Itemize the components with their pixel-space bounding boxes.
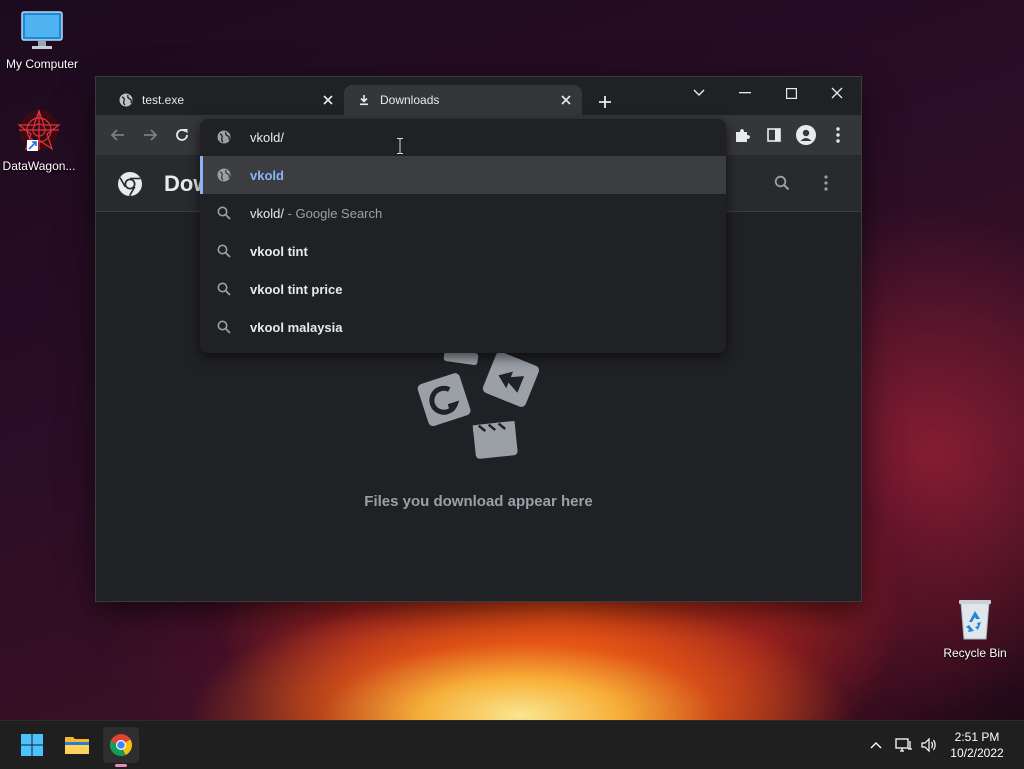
- minimize-icon: [739, 92, 751, 94]
- side-panel-button[interactable]: [760, 121, 788, 149]
- search-downloads-button[interactable]: [768, 169, 796, 197]
- monitor-icon: [21, 11, 63, 49]
- omnibox-suggestion[interactable]: vkold/ - Google Search: [200, 194, 726, 232]
- profile-button[interactable]: [792, 121, 820, 149]
- datawagon-shortcut-icon: [17, 109, 61, 151]
- reload-button[interactable]: [168, 121, 196, 149]
- new-tab-button[interactable]: [594, 91, 616, 113]
- more-vertical-icon: [824, 175, 828, 191]
- globe-icon: [216, 167, 232, 183]
- globe-icon: [118, 92, 134, 108]
- side-panel-icon: [767, 128, 781, 142]
- omnibox-suggestion[interactable]: vkool tint price: [200, 270, 726, 308]
- folder-icon: [65, 737, 89, 754]
- tab-close-icon[interactable]: [320, 92, 336, 108]
- omnibox-dropdown: vkold/ vkold vkold/ - Google Search vkoo…: [200, 119, 726, 353]
- suggestion-text: vkold/: [250, 205, 284, 221]
- chevron-down-icon: [693, 89, 705, 96]
- start-button[interactable]: [14, 727, 50, 763]
- chevron-up-icon: [870, 742, 882, 749]
- extensions-button[interactable]: [728, 121, 756, 149]
- running-indicator: [115, 764, 127, 767]
- omnibox-input[interactable]: vkold/: [200, 119, 726, 155]
- desktop-icon-label: My Computer: [5, 57, 79, 71]
- show-hidden-icons-button[interactable]: [866, 731, 886, 759]
- search-icon: [216, 243, 232, 259]
- omnibox-suggestion[interactable]: vkool malaysia: [200, 308, 726, 346]
- recycle-bin-icon: [959, 600, 991, 640]
- downloads-menu-button[interactable]: [812, 169, 840, 197]
- suggestion-text: vkool tint price: [250, 281, 343, 297]
- plus-icon: [599, 96, 611, 108]
- back-button[interactable]: [104, 121, 132, 149]
- search-icon: [216, 319, 232, 335]
- omnibox-text: vkold/: [250, 129, 284, 145]
- network-button[interactable]: [893, 731, 915, 759]
- clock-time: 2:51 PM: [954, 730, 1000, 744]
- more-vertical-icon: [836, 127, 840, 143]
- desktop-icon-recycle-bin[interactable]: Recycle Bin: [933, 597, 1017, 660]
- suggestion-text: vkool tint: [250, 243, 308, 259]
- desktop-icon-label: Recycle Bin: [943, 646, 1007, 660]
- network-icon: [895, 738, 912, 752]
- volume-button[interactable]: [918, 731, 940, 759]
- search-icon: [774, 175, 790, 191]
- tab-downloads[interactable]: Downloads: [344, 85, 582, 115]
- tab-title: test.exe: [142, 93, 185, 107]
- arrow-left-icon: [110, 129, 124, 141]
- chrome-taskbar-button[interactable]: [103, 727, 139, 767]
- maximize-icon: [785, 87, 797, 99]
- windows-logo-icon: [21, 734, 43, 756]
- suggestion-text: vkool malaysia: [250, 319, 343, 335]
- speaker-icon: [921, 737, 936, 753]
- empty-downloads-illustration: [417, 349, 539, 459]
- reload-icon: [176, 129, 188, 141]
- chrome-icon: [109, 734, 132, 756]
- search-icon: [216, 281, 232, 297]
- maximize-button[interactable]: [768, 79, 814, 107]
- globe-icon: [216, 129, 232, 145]
- puzzle-icon: [736, 129, 750, 142]
- forward-button[interactable]: [136, 121, 164, 149]
- profile-icon: [796, 125, 816, 145]
- desktop-icon-label: DataWagon...: [2, 159, 76, 173]
- empty-downloads-message: Files you download appear here: [364, 493, 593, 510]
- suggestion-text: vkold: [250, 167, 284, 183]
- tab-close-icon[interactable]: [558, 92, 574, 108]
- desktop-icon-datawagon[interactable]: DataWagon...: [0, 108, 81, 173]
- chrome-logo-icon: [118, 172, 142, 197]
- download-icon: [356, 92, 372, 108]
- close-icon: [831, 87, 843, 99]
- clock[interactable]: 2:51 PM 10/2/2022: [938, 729, 1016, 761]
- tab-title: Downloads: [380, 93, 440, 107]
- close-window-button[interactable]: [814, 79, 860, 107]
- tab-search-button[interactable]: [676, 79, 722, 107]
- tab-test-exe[interactable]: test.exe: [106, 85, 344, 115]
- omnibox-suggestion[interactable]: vkold: [200, 156, 726, 194]
- omnibox-suggestion[interactable]: vkool tint: [200, 232, 726, 270]
- file-explorer-button[interactable]: [59, 727, 95, 763]
- arrow-right-icon: [144, 129, 158, 141]
- menu-button[interactable]: [824, 121, 852, 149]
- text-cursor-icon: [397, 138, 403, 154]
- desktop-icon-my-computer[interactable]: My Computer: [0, 10, 84, 71]
- clock-date: 10/2/2022: [950, 746, 1004, 760]
- search-icon: [216, 205, 232, 221]
- suggestion-suffix: - Google Search: [283, 205, 383, 221]
- taskbar: 2:51 PM 10/2/2022: [0, 720, 1024, 769]
- minimize-button[interactable]: [722, 79, 768, 107]
- tab-strip: test.exe Downloads: [96, 77, 861, 115]
